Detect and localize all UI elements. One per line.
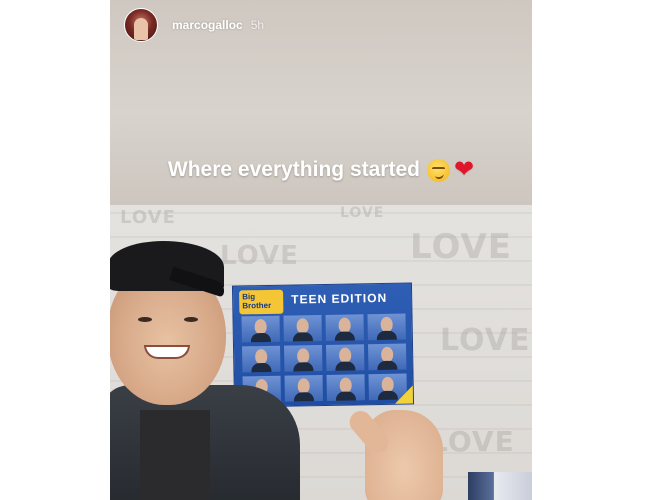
story-viewer[interactable]: marcogalloc 5h Where everything started …: [110, 0, 532, 500]
housemate-photo: [284, 345, 323, 372]
poster-corner-accent: [394, 385, 414, 404]
red-heart-icon: ❤: [453, 156, 475, 183]
avatar-figure: [134, 18, 148, 40]
housemate-photo: [325, 314, 364, 341]
avatar[interactable]: [124, 8, 158, 42]
housemate-photo: [367, 343, 407, 371]
poster-title: TEEN EDITION: [291, 290, 388, 307]
housemate-photo: [284, 375, 323, 402]
housemate-photo: [283, 315, 322, 342]
wall-text: LOVE: [410, 227, 512, 267]
housemate-photo: [367, 313, 406, 341]
wall-text: LOVE: [220, 241, 299, 271]
wall-text: LOVE: [340, 205, 385, 221]
story-header: marcogalloc 5h: [124, 8, 264, 42]
caption-text: Where everything started: [167, 158, 420, 181]
wall-text: LOVE: [440, 323, 531, 358]
housemate-photo: [326, 374, 365, 401]
person-shirt: [140, 410, 210, 500]
housemate-photo-grid: [241, 313, 407, 403]
person-smile: [144, 345, 190, 359]
housemate-photo: [241, 315, 280, 343]
story-photo: LOVE LOVE LOVE LOVE LOVE LOVE Big Brothe…: [110, 205, 532, 500]
timestamp: 5h: [250, 18, 265, 32]
smirking-face-icon: [426, 158, 450, 182]
housemate-photo: [242, 345, 281, 373]
big-brother-logo: Big Brother: [239, 289, 284, 315]
books-stack: [468, 472, 532, 500]
username[interactable]: marcogalloc: [172, 18, 243, 32]
person-eye: [184, 317, 198, 322]
person-eye: [138, 317, 152, 322]
housemate-photo: [325, 344, 365, 371]
story-caption: Where everything started ❤: [110, 158, 532, 182]
wall-text: LOVE: [120, 207, 176, 228]
